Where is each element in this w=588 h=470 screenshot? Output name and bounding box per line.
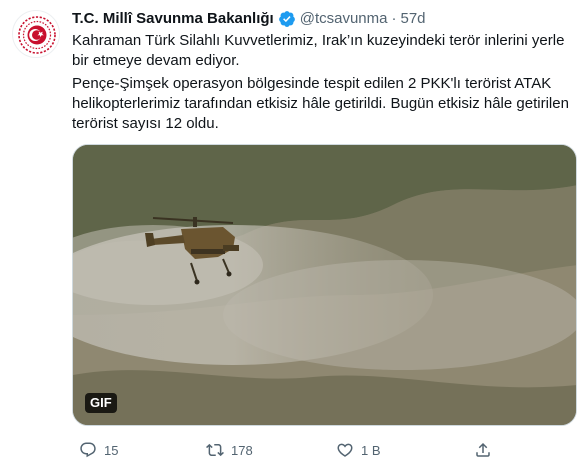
like-count: 1 B <box>361 442 381 458</box>
verified-badge-icon <box>278 10 296 28</box>
tweet[interactable]: T.C. Millî Savunma Bakanlığı @tcsavunma … <box>0 0 588 470</box>
reply-button[interactable]: 15 <box>74 436 118 464</box>
account-handle[interactable]: @tcsavunma <box>300 9 388 29</box>
retweet-button[interactable]: 178 <box>201 436 253 464</box>
share-button[interactable] <box>469 436 497 464</box>
like-icon <box>331 436 359 464</box>
helicopter-scene-image <box>73 145 576 425</box>
retweet-count: 178 <box>231 442 253 458</box>
ministry-emblem-icon <box>18 16 56 54</box>
tweet-timestamp[interactable]: 57d <box>400 9 425 29</box>
avatar[interactable] <box>12 10 60 58</box>
reply-icon <box>74 436 102 464</box>
tweet-paragraph: Pençe-Şimşek operasyon bölgesinde tespit… <box>72 75 569 132</box>
separator-dot: · <box>391 10 397 27</box>
retweet-icon <box>201 436 229 464</box>
tweet-text: Kahraman Türk Silahlı Kuvvetlerimiz, Ira… <box>72 31 577 137</box>
reply-count: 15 <box>104 442 119 458</box>
media-gif[interactable]: GIF <box>72 144 577 426</box>
tweet-paragraph: Kahraman Türk Silahlı Kuvvetlerimiz, Ira… <box>72 32 565 69</box>
account-name[interactable]: T.C. Millî Savunma Bakanlığı <box>72 9 274 29</box>
tweet-actions: 15 178 1 B <box>64 436 584 464</box>
share-icon <box>469 436 497 464</box>
gif-badge: GIF <box>85 393 117 413</box>
tweet-header: T.C. Millî Savunma Bakanlığı @tcsavunma … <box>72 9 426 29</box>
like-button[interactable]: 1 B <box>331 436 381 464</box>
